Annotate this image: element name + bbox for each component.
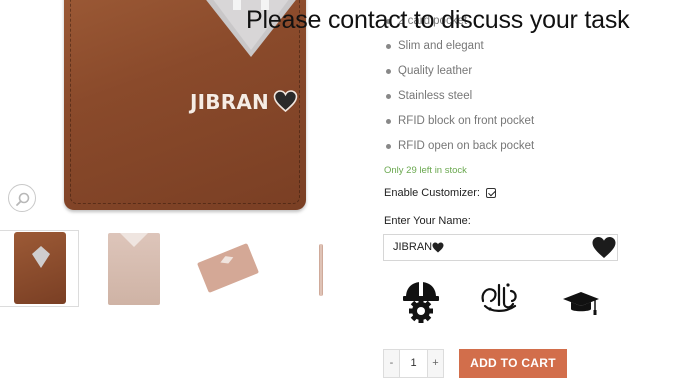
overlay-banner: Please contact to discuss your task xyxy=(246,6,630,34)
name-input-value: JIBRAN xyxy=(393,241,433,253)
customizer-checkbox[interactable] xyxy=(486,188,496,198)
diamond-cutout-icon xyxy=(32,246,50,268)
quantity-input[interactable]: 1 xyxy=(400,349,427,378)
thumbnail-card-image xyxy=(196,243,260,293)
wallet-engraving: JIBRAN xyxy=(190,90,269,114)
helmet-gear-icon[interactable] xyxy=(401,279,441,323)
heart-icon xyxy=(432,242,444,253)
thumbnail-edge[interactable] xyxy=(284,230,364,307)
search-icon xyxy=(16,192,30,206)
sleeve-notch-icon xyxy=(120,233,148,247)
customizer-toggle[interactable]: Enable Customizer: xyxy=(384,187,496,199)
name-label: Enter Your Name: xyxy=(384,215,471,227)
feature-item: Stainless steel xyxy=(384,84,534,109)
quantity-stepper: - 1 + xyxy=(383,349,444,378)
stock-status: Only 29 left in stock xyxy=(384,165,467,176)
feature-item: RFID block on front pocket xyxy=(384,109,534,134)
name-input[interactable]: JIBRAN xyxy=(383,234,618,261)
feature-item: Slim and elegant xyxy=(384,34,534,59)
add-to-cart-button[interactable]: ADD TO CART xyxy=(459,349,567,378)
thumbnail-wallet-image xyxy=(14,232,66,304)
thumbnail-gallery xyxy=(0,230,360,308)
heart-icon xyxy=(273,90,298,112)
zoom-button[interactable] xyxy=(8,184,36,212)
feature-item: Quality leather xyxy=(384,59,534,84)
heart-icon-option[interactable] xyxy=(591,236,617,259)
graduation-cap-icon[interactable] xyxy=(562,279,600,323)
thumbnail-sleeve[interactable] xyxy=(94,230,174,307)
thumbnail-card[interactable] xyxy=(189,230,269,307)
thumbnail-sleeve-image xyxy=(108,233,160,305)
thumbnail-front[interactable] xyxy=(0,230,79,307)
arabic-calligraphy-icon[interactable] xyxy=(477,279,521,323)
customizer-label: Enable Customizer: xyxy=(384,187,480,199)
feature-item: RFID open on back pocket xyxy=(384,134,534,159)
thumbnail-edge-image xyxy=(319,244,323,296)
quantity-increase-button[interactable]: + xyxy=(427,349,444,378)
quantity-decrease-button[interactable]: - xyxy=(383,349,400,378)
